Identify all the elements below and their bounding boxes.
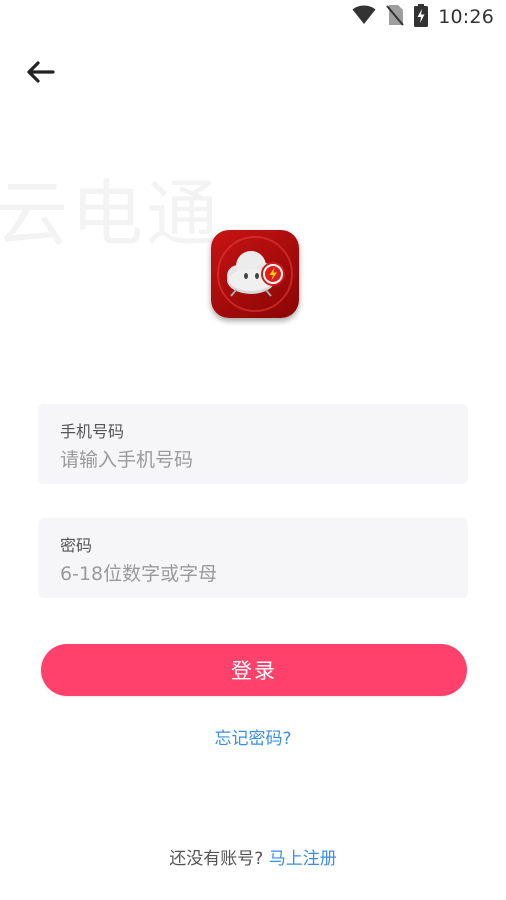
phone-label: 手机号码 — [60, 422, 125, 441]
forgot-password-link[interactable]: 忘记密码? — [0, 724, 506, 749]
password-field: 密码 — [38, 518, 468, 598]
arrow-left-icon — [25, 60, 55, 88]
phone-field: 手机号码 — [38, 404, 468, 484]
app-logo — [211, 230, 299, 318]
cloud-lightning-icon — [217, 236, 293, 312]
register-prompt: 还没有账号? — [169, 849, 264, 869]
login-screen: 10:26 云电通 手机号码 请输入手机号码 密码 登录 忘记密码? 还没有账号… — [0, 0, 506, 900]
back-button[interactable] — [22, 57, 58, 91]
status-time: 10:26 — [438, 6, 494, 28]
password-input[interactable] — [60, 560, 450, 588]
register-row: 还没有账号? 马上注册 — [0, 844, 506, 869]
battery-charging-icon — [414, 3, 429, 31]
wifi-icon — [352, 5, 376, 29]
login-button[interactable]: 登录 — [41, 644, 467, 696]
register-link[interactable]: 马上注册 — [269, 849, 337, 869]
phone-input[interactable] — [60, 446, 450, 474]
no-sim-icon — [386, 4, 404, 30]
watermark-text: 云电通 — [0, 172, 222, 256]
password-label: 密码 — [60, 536, 93, 555]
status-icons: 10:26 — [352, 3, 494, 31]
status-bar: 10:26 — [0, 0, 506, 34]
